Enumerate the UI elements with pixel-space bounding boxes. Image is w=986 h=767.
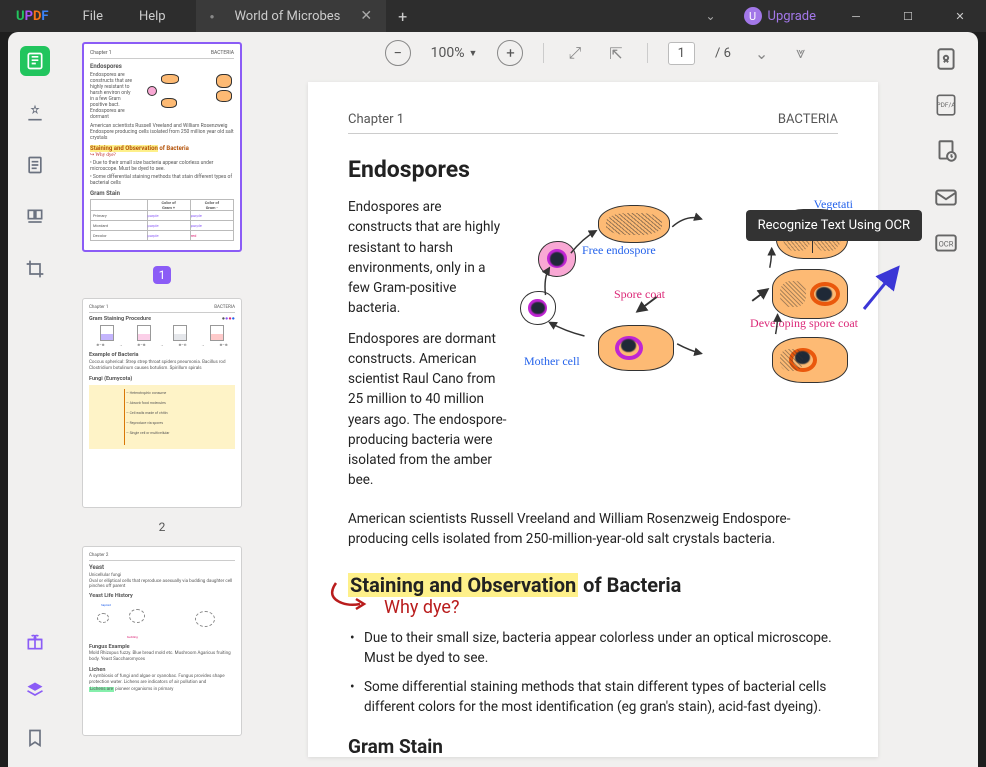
bullet-1: Due to their small size, bacteria appear… (348, 628, 838, 669)
thumbnail-page-3[interactable]: Chapter 2 Yeast Unicellular fungi Oval o… (82, 546, 242, 736)
left-toolbar (8, 32, 62, 767)
upgrade-badge-icon: U (744, 7, 762, 25)
layers-tool[interactable] (20, 675, 50, 705)
crop-tool[interactable] (20, 254, 50, 284)
last-page-icon[interactable]: ⩔ (792, 43, 809, 63)
tab-close-icon[interactable]: ✕ (360, 8, 372, 24)
handwritten-annotation: Why dye? (348, 597, 838, 618)
thumbnails-tool[interactable] (20, 46, 50, 76)
paragraph-3: American scientists Russell Vreeland and… (348, 509, 838, 550)
next-page-icon[interactable]: ⌄ (751, 44, 772, 63)
email-tool[interactable] (933, 184, 959, 210)
edit-tool[interactable] (20, 150, 50, 180)
page-total: / 6 (715, 46, 731, 61)
svg-text:PDF/A: PDF/A (937, 101, 957, 109)
ocr-tooltip: Recognize Text Using OCR (746, 210, 922, 241)
heading-gram-stain: Gram Stain (348, 735, 838, 757)
tabs-dropdown-icon[interactable]: ⌄ (695, 9, 725, 23)
thumbnail-page-1[interactable]: Chapter 1BACTERIA Endospores Endospores … (82, 42, 242, 252)
menu-help[interactable]: Help (121, 9, 184, 24)
minimize-button[interactable]: ─ (834, 0, 878, 32)
menu-file[interactable]: File (65, 9, 121, 24)
page-input[interactable]: 1 (668, 42, 695, 65)
new-tab-button[interactable]: + (386, 7, 419, 26)
thumbnail-panel: Chapter 1BACTERIA Endospores Endospores … (62, 32, 262, 767)
annotate-tool[interactable] (20, 98, 50, 128)
thumbnail-label-2: 2 (82, 520, 242, 534)
thumbnail-page-2[interactable]: Chapter 1BACTERIA Gram Staining Procedur… (82, 298, 242, 508)
bookmark-tool[interactable] (20, 723, 50, 753)
zoom-out-button[interactable]: − (385, 40, 411, 66)
export-tool[interactable] (933, 46, 959, 72)
heading-endospores: Endospores (348, 156, 838, 183)
paragraph-1: Endospores are constructs that are highl… (348, 197, 508, 319)
bullet-2: Some differential staining methods that … (348, 677, 838, 718)
close-button[interactable]: ✕ (938, 0, 982, 32)
fit-page-icon[interactable]: ⇱ (605, 44, 626, 63)
ocr-tool[interactable]: OCR (933, 230, 959, 256)
svg-text:OCR: OCR (939, 239, 954, 248)
maximize-button[interactable]: ☐ (886, 0, 930, 32)
tab-dot-icon: ● (210, 12, 215, 21)
upgrade-button[interactable]: U Upgrade (734, 7, 826, 25)
tab-title: World of Microbes (234, 9, 340, 24)
top-toolbar: − 100%▼ + ⤢ ⇱ 1 / 6 ⌄ ⩔ (280, 32, 914, 74)
document-view[interactable]: Chapter 1 BACTERIA Endospores Endospores… (308, 82, 878, 757)
paragraph-2: Endospores are dormant constructs. Ameri… (348, 329, 508, 491)
thumbnail-label-1: 1 (153, 266, 171, 284)
right-toolbar: PDF/A OCR (914, 32, 978, 767)
main-area: Chapter 1BACTERIA Endospores Endospores … (8, 32, 978, 767)
app-logo: UPDF (0, 9, 65, 24)
chapter-header: Chapter 1 BACTERIA (348, 112, 838, 134)
zoom-in-button[interactable]: + (497, 40, 523, 66)
fit-width-icon[interactable]: ⤢ (564, 43, 585, 63)
titlebar: UPDF File Help ● World of Microbes ✕ + ⌄… (0, 0, 986, 32)
organize-tool[interactable] (20, 202, 50, 232)
callout-arrow-icon (856, 264, 906, 314)
document-tab[interactable]: ● World of Microbes ✕ (196, 0, 387, 32)
pdfa-tool[interactable]: PDF/A (933, 92, 959, 118)
zoom-level[interactable]: 100%▼ (431, 45, 478, 61)
protect-tool[interactable] (933, 138, 959, 164)
heading-staining: Staining and Observation of Bacteria (348, 573, 681, 597)
gift-tool[interactable] (20, 627, 50, 657)
